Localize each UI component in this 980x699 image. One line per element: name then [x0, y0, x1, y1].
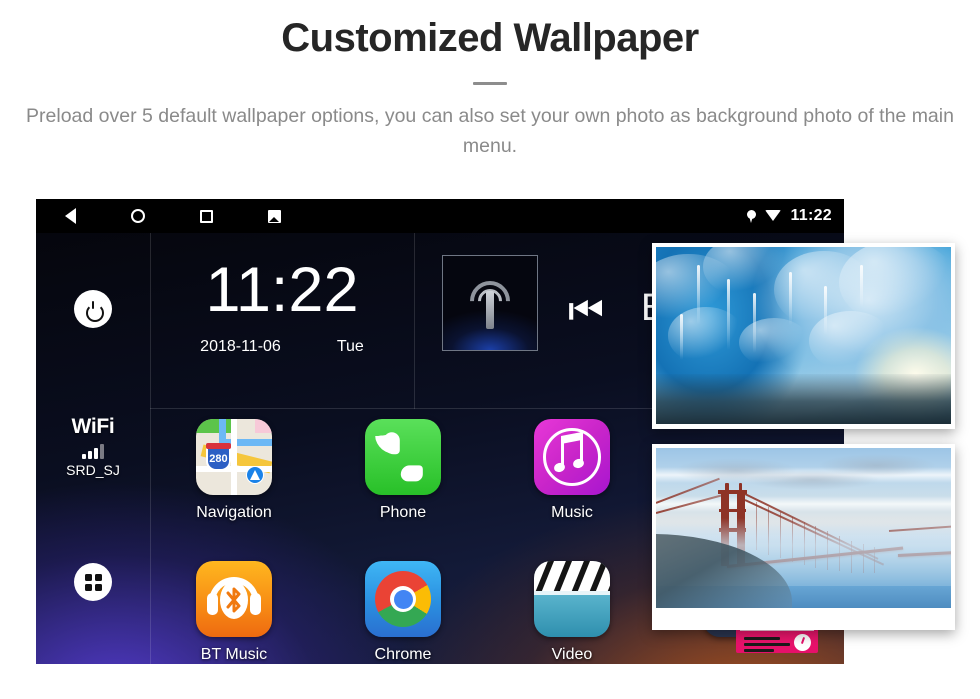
recents-button[interactable] [172, 199, 240, 233]
clock-weekday: Tue [336, 338, 364, 355]
clock-widget[interactable]: 11:22 2018-11-06 Tue [150, 233, 414, 408]
route-number: 280 [209, 453, 228, 466]
chrome-icon [365, 561, 441, 637]
clock-date-row: 2018-11-06 Tue [150, 338, 414, 356]
previous-track-button[interactable]: ⏮ [568, 291, 604, 331]
power-icon [85, 301, 104, 322]
status-bar-indicators: 11:22 [747, 199, 836, 233]
screenshot-icon [267, 209, 281, 223]
back-icon [64, 208, 76, 224]
app-label-video: Video [551, 646, 593, 663]
app-label-bt-music: BT Music [200, 646, 268, 663]
clock-time: 11:22 [205, 255, 359, 325]
radio-tower-icon [459, 272, 521, 331]
wifi-label: WiFi [71, 415, 115, 438]
apps-grid-icon [84, 573, 102, 591]
app-chrome[interactable]: Chrome [328, 561, 478, 664]
status-bar-nav-group [36, 199, 308, 233]
marketing-header: Customized Wallpaper Preload over 5 defa… [0, 0, 980, 161]
bluetooth-music-icon [196, 561, 272, 637]
left-rail: WiFi SRD_SJ [36, 233, 150, 664]
wifi-icon [765, 210, 782, 221]
wifi-status-block[interactable]: WiFi SRD_SJ [36, 415, 150, 478]
wifi-signal-icon [36, 444, 150, 459]
app-label-navigation: Navigation [196, 504, 272, 521]
power-button[interactable] [74, 290, 112, 328]
android-status-bar: 11:22 [36, 199, 844, 233]
app-bt-music[interactable]: BT Music [159, 561, 309, 664]
app-label-chrome: Chrome [374, 646, 432, 663]
radio-album-art[interactable] [442, 255, 538, 351]
home-icon [131, 209, 145, 223]
bluetooth-glyph-icon [226, 587, 241, 613]
home-button[interactable] [104, 199, 172, 233]
clapperboard-icon [534, 561, 610, 591]
app-video[interactable]: Video [497, 561, 647, 664]
app-music[interactable]: Music [497, 419, 647, 522]
back-button[interactable] [36, 199, 104, 233]
clock-date: 2018-11-06 [200, 338, 281, 355]
recents-icon [199, 209, 213, 223]
location-icon [747, 209, 757, 223]
page-subtitle: Preload over 5 default wallpaper options… [26, 105, 954, 158]
status-bar-clock: 11:22 [790, 207, 832, 224]
page-title: Customized Wallpaper [281, 16, 699, 60]
app-label-music: Music [551, 504, 593, 521]
video-icon [534, 561, 610, 637]
music-icon [534, 419, 610, 495]
app-label-phone: Phone [379, 504, 427, 521]
app-phone[interactable]: Phone [328, 419, 478, 522]
golden-gate-wallpaper-thumbnail[interactable] [652, 444, 955, 630]
navigation-arrow-icon [246, 466, 265, 485]
ice-cave-wallpaper-thumbnail[interactable] [652, 243, 955, 429]
screenshot-button[interactable] [240, 199, 308, 233]
navigation-icon: 280 [196, 419, 272, 495]
ice-cave-wallpaper-image [656, 247, 951, 424]
all-apps-button[interactable] [74, 563, 112, 601]
wifi-ssid: SRD_SJ [66, 462, 120, 478]
phone-icon [365, 419, 441, 495]
golden-gate-wallpaper-image [656, 448, 951, 608]
route-shield: 280 [205, 443, 232, 472]
title-divider [473, 82, 507, 85]
app-navigation[interactable]: 280 Navigation [159, 419, 309, 522]
